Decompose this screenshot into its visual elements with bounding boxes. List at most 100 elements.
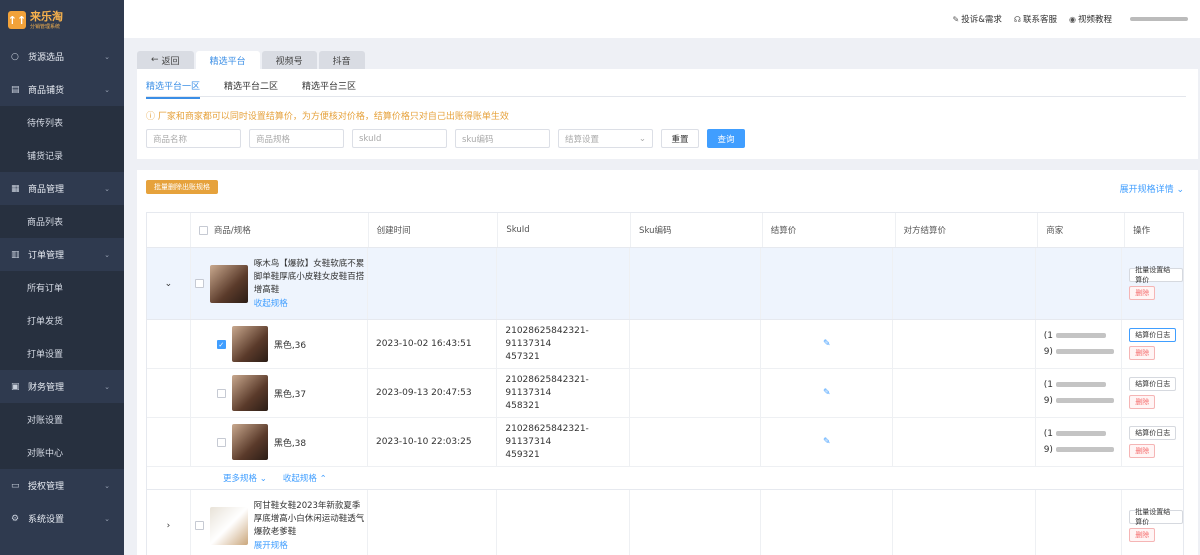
complaint-label: 投诉&需求: [961, 15, 1002, 25]
merchant-cell: (1 9): [1036, 418, 1123, 466]
merchant-name: (1: [1044, 429, 1106, 439]
sidebar-item[interactable]: 铺货记录: [0, 139, 124, 172]
ledger-icon: ▣: [11, 381, 20, 392]
product-title: 阿甘鞋女鞋2023年新款夏季厚底增高小白休闲运动鞋透气爆款老爹鞋: [253, 501, 365, 537]
edit-icon[interactable]: ✎: [823, 388, 831, 398]
merchant-name: (1: [1044, 380, 1106, 390]
merchant-blurred: [1055, 349, 1114, 354]
sidebar-item[interactable]: 打单发货: [0, 304, 124, 337]
chevron-down-icon: ⌄: [104, 514, 110, 523]
sku-checkbox[interactable]: [216, 388, 226, 398]
product-checkbox[interactable]: [194, 279, 204, 288]
service-link[interactable]: ☊ 联系客服: [1014, 13, 1057, 25]
settle-price-cell: ✎: [761, 418, 894, 466]
settle-select[interactable]: 结算设置 ⌄: [558, 129, 653, 148]
expand-toggle[interactable]: ›: [147, 490, 191, 555]
sidebar-item[interactable]: 对账中心: [0, 436, 124, 469]
product-info: 啄木鸟【爆款】女鞋软底不累脚单鞋厚底小皮鞋女皮鞋百搭增高鞋 收起规格: [254, 258, 366, 309]
sku-checkbox[interactable]: [216, 437, 226, 447]
delete-button[interactable]: 删除: [1129, 395, 1156, 409]
sku-code-input[interactable]: sku编码: [455, 129, 550, 148]
sidebar-item[interactable]: 商品列表: [0, 205, 124, 238]
product-name-input[interactable]: 商品名称: [146, 129, 241, 148]
collapse-toggle[interactable]: ⌄: [147, 248, 191, 319]
sidebar-item[interactable]: 对账设置: [0, 403, 124, 436]
product-spec-input[interactable]: 商品规格: [249, 129, 344, 148]
sku-thumbnail: [231, 424, 268, 460]
merchant-id: 9): [1044, 347, 1114, 357]
delete-button[interactable]: 删除: [1129, 285, 1156, 300]
reset-button[interactable]: 重置: [661, 129, 699, 148]
sku-code: [630, 418, 762, 466]
delete-button[interactable]: 删除: [1129, 346, 1156, 360]
filter-bar: 商品名称 商品规格 skuId sku编码 结算设置 ⌄ 重置 查询: [146, 129, 745, 148]
sidebar: ↑↑ 来乐淘 分销管理系统 ○ 货源选品 ⌄ ▤ 商品铺货 ⌄ 待传列表 铺货记录 ▦ 商品管理 ⌄…: [0, 0, 124, 555]
batch-settle-button[interactable]: 批量设置结算价: [1129, 508, 1183, 526]
platform-tabs: ← 返回 精选平台 视频号 抖音: [137, 51, 367, 69]
delete-button[interactable]: 删除: [1129, 444, 1156, 458]
arrow-left-icon: ←: [151, 55, 159, 65]
sku-cell: ✓ 黑色,36: [191, 320, 369, 368]
tab-video[interactable]: 视频号: [261, 51, 317, 69]
sidebar-item[interactable]: 所有订单: [0, 271, 124, 304]
batch-delete-button[interactable]: 批量删除出账规格: [146, 180, 218, 194]
service-label: 联系客服: [1022, 15, 1057, 25]
collapse-specs-link[interactable]: 收起规格 ⌃: [283, 472, 327, 484]
sku-checkbox[interactable]: ✓: [216, 339, 226, 349]
empty-cell: [630, 490, 761, 555]
play-icon: ◉: [1069, 15, 1076, 24]
merchant-prefix: (1: [1043, 380, 1053, 390]
complaint-link[interactable]: ✎ 投诉&需求: [953, 13, 1002, 25]
settle-log-button[interactable]: 结算价日志: [1129, 377, 1177, 391]
merchant-name: (1: [1044, 331, 1106, 341]
chevron-down-icon: ⌄: [104, 382, 110, 391]
sku-created-time: 2023-10-10 22:03:25: [368, 418, 498, 466]
sidebar-group[interactable]: ▥ 订单管理 ⌄: [0, 238, 124, 271]
merchant-id: 9): [1044, 396, 1114, 406]
info-icon: ⓘ: [146, 112, 158, 122]
user-name-blurred[interactable]: [1130, 17, 1188, 21]
tab-selected-platform[interactable]: 精选平台: [195, 51, 260, 69]
empty-cell: [147, 369, 191, 417]
query-button[interactable]: 查询: [707, 129, 745, 148]
edit-icon[interactable]: ✎: [823, 437, 831, 447]
other-settle-price: [893, 369, 1036, 417]
brand-name: 来乐淘: [30, 9, 63, 23]
expand-specs-link[interactable]: 展开规格详情 ⌄: [1120, 182, 1184, 195]
back-tab[interactable]: ← 返回: [137, 51, 194, 69]
sidebar-group[interactable]: ▣ 财务管理 ⌄: [0, 370, 124, 403]
sku-row: 黑色,37 2023-09-13 20:47:53 21028625842321…: [147, 369, 1183, 418]
empty-cell: [1036, 248, 1123, 319]
sidebar-group[interactable]: ▭ 授权管理 ⌄: [0, 469, 124, 502]
filter-panel: 精选平台一区 精选平台二区 精选平台三区 ⓘ 厂家和商家都可以同时设置结算价，为…: [137, 69, 1198, 159]
header-settle: 结算价: [763, 213, 896, 247]
sidebar-group[interactable]: ⚙ 系统设置 ⌄: [0, 502, 124, 535]
collapse-specs-link[interactable]: 收起规格: [254, 297, 366, 309]
settle-log-button[interactable]: 结算价日志: [1129, 328, 1177, 342]
empty-cell: [368, 490, 498, 555]
chevron-down-icon: ⌄: [638, 133, 646, 144]
merchant-suffix: 9): [1043, 445, 1053, 455]
sku-row: ✓ 黑色,36 2023-10-02 16:43:51 210286258423…: [147, 320, 1183, 369]
expand-specs-link[interactable]: 展开规格: [254, 539, 366, 551]
sku-code: [630, 320, 762, 368]
settle-log-button[interactable]: 结算价日志: [1129, 426, 1177, 440]
skuid-input[interactable]: skuId: [352, 129, 447, 148]
sidebar-group[interactable]: ▤ 商品铺货 ⌄: [0, 73, 124, 106]
more-specs-link[interactable]: 更多规格 ⌄: [223, 472, 267, 484]
edit-icon[interactable]: ✎: [823, 339, 831, 349]
sidebar-item[interactable]: 待传列表: [0, 106, 124, 139]
tutorial-link[interactable]: ◉ 视频教程: [1069, 13, 1112, 25]
chevron-down-icon: ⌄: [104, 481, 110, 490]
batch-settle-button[interactable]: 批量设置结算价: [1129, 266, 1183, 284]
delete-button[interactable]: 删除: [1129, 527, 1156, 542]
product-cell: 阿甘鞋女鞋2023年新款夏季厚底增高小白休闲运动鞋透气爆款老爹鞋 展开规格: [191, 490, 368, 555]
tab-douyin[interactable]: 抖音: [318, 51, 365, 69]
select-all-checkbox[interactable]: [198, 225, 208, 235]
more-specs-label: 更多规格: [223, 474, 258, 484]
chevron-down-icon: ⌄: [104, 184, 110, 193]
product-checkbox[interactable]: [194, 521, 204, 530]
sidebar-item[interactable]: 打单设置: [0, 337, 124, 370]
sidebar-group[interactable]: ○ 货源选品 ⌄: [0, 40, 124, 73]
sidebar-group[interactable]: ▦ 商品管理 ⌄: [0, 172, 124, 205]
